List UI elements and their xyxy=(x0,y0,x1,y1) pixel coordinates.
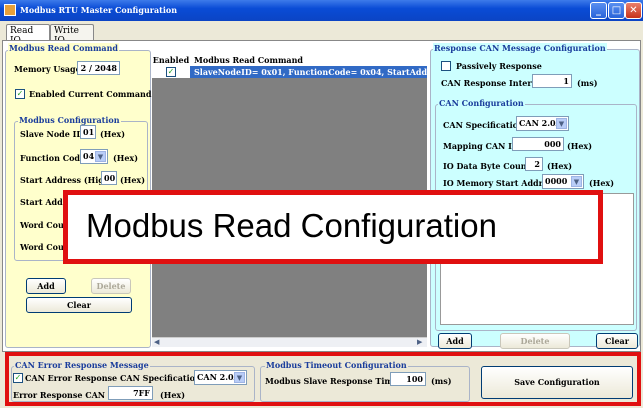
tab-read-io[interactable]: Read IO xyxy=(6,24,50,46)
error-can-id-unit: (Hex) xyxy=(160,390,185,400)
clear-commands-button[interactable]: Clear xyxy=(26,297,132,313)
timeout-unit: (ms) xyxy=(431,376,452,386)
passively-response-label: Passively Response xyxy=(456,61,542,71)
start-high-unit: (Hex) xyxy=(120,175,145,185)
minimize-button[interactable]: _ xyxy=(590,2,607,19)
slave-node-unit: (Hex) xyxy=(100,129,125,139)
add-can-button[interactable]: Add xyxy=(438,333,472,349)
close-button[interactable]: ✕ xyxy=(625,2,642,19)
scroll-right-icon[interactable]: ▶ xyxy=(417,338,422,346)
memory-usage-value: 2 / 2048 xyxy=(77,61,120,75)
clear-can-button[interactable]: Clear xyxy=(596,333,638,349)
mapping-can-id-unit: (Hex) xyxy=(567,141,592,151)
enabled-current-checkbox[interactable]: ✓ xyxy=(15,89,25,99)
function-code-select[interactable]: 04 ▼ xyxy=(80,149,108,164)
can-spec-label: CAN Specification: xyxy=(443,120,527,130)
chevron-down-icon: ▼ xyxy=(571,176,582,187)
enabled-current-label: Enabled Current Command xyxy=(29,89,152,99)
scroll-left-icon[interactable]: ◀ xyxy=(154,338,159,346)
chevron-down-icon: ▼ xyxy=(95,151,106,162)
chevron-down-icon: ▼ xyxy=(556,118,567,129)
read-command-title: Modbus Read Command xyxy=(8,43,120,53)
memory-usage-label: Memory Usage: xyxy=(14,64,84,74)
can-interval-input[interactable]: 1 xyxy=(532,74,572,88)
callout-text: Modbus Read Configuration xyxy=(86,207,497,244)
maximize-button[interactable]: □ xyxy=(608,2,625,19)
horizontal-scrollbar[interactable]: ◀ ▶ xyxy=(152,337,427,347)
io-mem-start-unit: (Hex) xyxy=(589,178,614,188)
chevron-down-icon: ▼ xyxy=(234,372,245,383)
row-enabled-checkbox[interactable]: ✓ xyxy=(166,67,176,77)
function-code-value: 04 xyxy=(83,151,95,161)
title-bar: Modbus RTU Master Configuration _ □ ✕ xyxy=(0,0,643,21)
word-count-label-2: Word Cou xyxy=(20,242,64,252)
error-can-id-input[interactable]: 7FF xyxy=(108,386,153,400)
table-row[interactable]: SlaveNodeID= 0x01, FunctionCode= 0x04, S… xyxy=(190,66,427,78)
word-count-label: Word Cou xyxy=(20,220,64,230)
slave-node-label: Slave Node ID: xyxy=(20,129,87,139)
mapping-can-id-label: Mapping CAN ID: xyxy=(443,141,522,151)
start-high-input[interactable]: 00 xyxy=(101,171,117,185)
grid-header-command[interactable]: Modbus Read Command xyxy=(190,55,427,66)
io-byte-count-label: IO Data Byte Count: xyxy=(443,161,534,171)
start-low-label: Start Addr xyxy=(20,197,67,207)
can-error-response-checkbox[interactable]: ✓ xyxy=(13,373,23,383)
error-response-title: CAN Error Response Message xyxy=(14,360,150,370)
tab-write-io[interactable]: Write IO xyxy=(50,24,94,46)
window-title: Modbus RTU Master Configuration xyxy=(20,5,178,15)
can-interval-unit: (ms) xyxy=(577,78,598,88)
error-can-spec-label: CAN Specification: xyxy=(120,373,204,383)
can-config-title: CAN Configuration xyxy=(438,98,525,108)
io-mem-start-select[interactable]: 0000 ▼ xyxy=(542,174,584,189)
slave-node-input[interactable]: 01 xyxy=(80,125,96,139)
function-code-label: Function Code: xyxy=(20,153,89,163)
can-error-response-label: CAN Error Response xyxy=(25,373,118,383)
timeout-input[interactable]: 100 xyxy=(390,372,426,386)
delete-command-button[interactable]: Delete xyxy=(91,278,131,294)
function-code-unit: (Hex) xyxy=(113,153,138,163)
modbus-config-title: Modbus Configuration xyxy=(18,115,121,125)
grid-row-enabled-cell[interactable]: ✓ xyxy=(152,66,190,78)
can-spec-select[interactable]: CAN 2.0A ▼ xyxy=(516,116,569,131)
io-byte-count-input[interactable]: 2 xyxy=(525,157,543,171)
grid-header-enabled[interactable]: Enabled xyxy=(152,55,190,66)
error-can-spec-select[interactable]: CAN 2.0A ▼ xyxy=(194,370,247,385)
callout-overlay: Modbus Read Configuration xyxy=(63,190,603,264)
delete-can-button[interactable]: Delete xyxy=(500,333,570,349)
app-icon xyxy=(4,4,16,16)
add-command-button[interactable]: Add xyxy=(26,278,66,294)
mapping-can-id-input[interactable]: 000 xyxy=(512,137,564,151)
timeout-title: Modbus Timeout Configuration xyxy=(265,360,408,370)
io-mem-start-value: 0000 xyxy=(545,176,568,186)
passively-response-checkbox[interactable] xyxy=(441,61,451,71)
save-configuration-button[interactable]: Save Configuration xyxy=(481,366,633,399)
response-can-title: Response CAN Message Configuration xyxy=(433,43,607,53)
error-can-id-label: Error Response CAN ID: xyxy=(13,390,122,400)
io-byte-count-unit: (Hex) xyxy=(547,161,572,171)
